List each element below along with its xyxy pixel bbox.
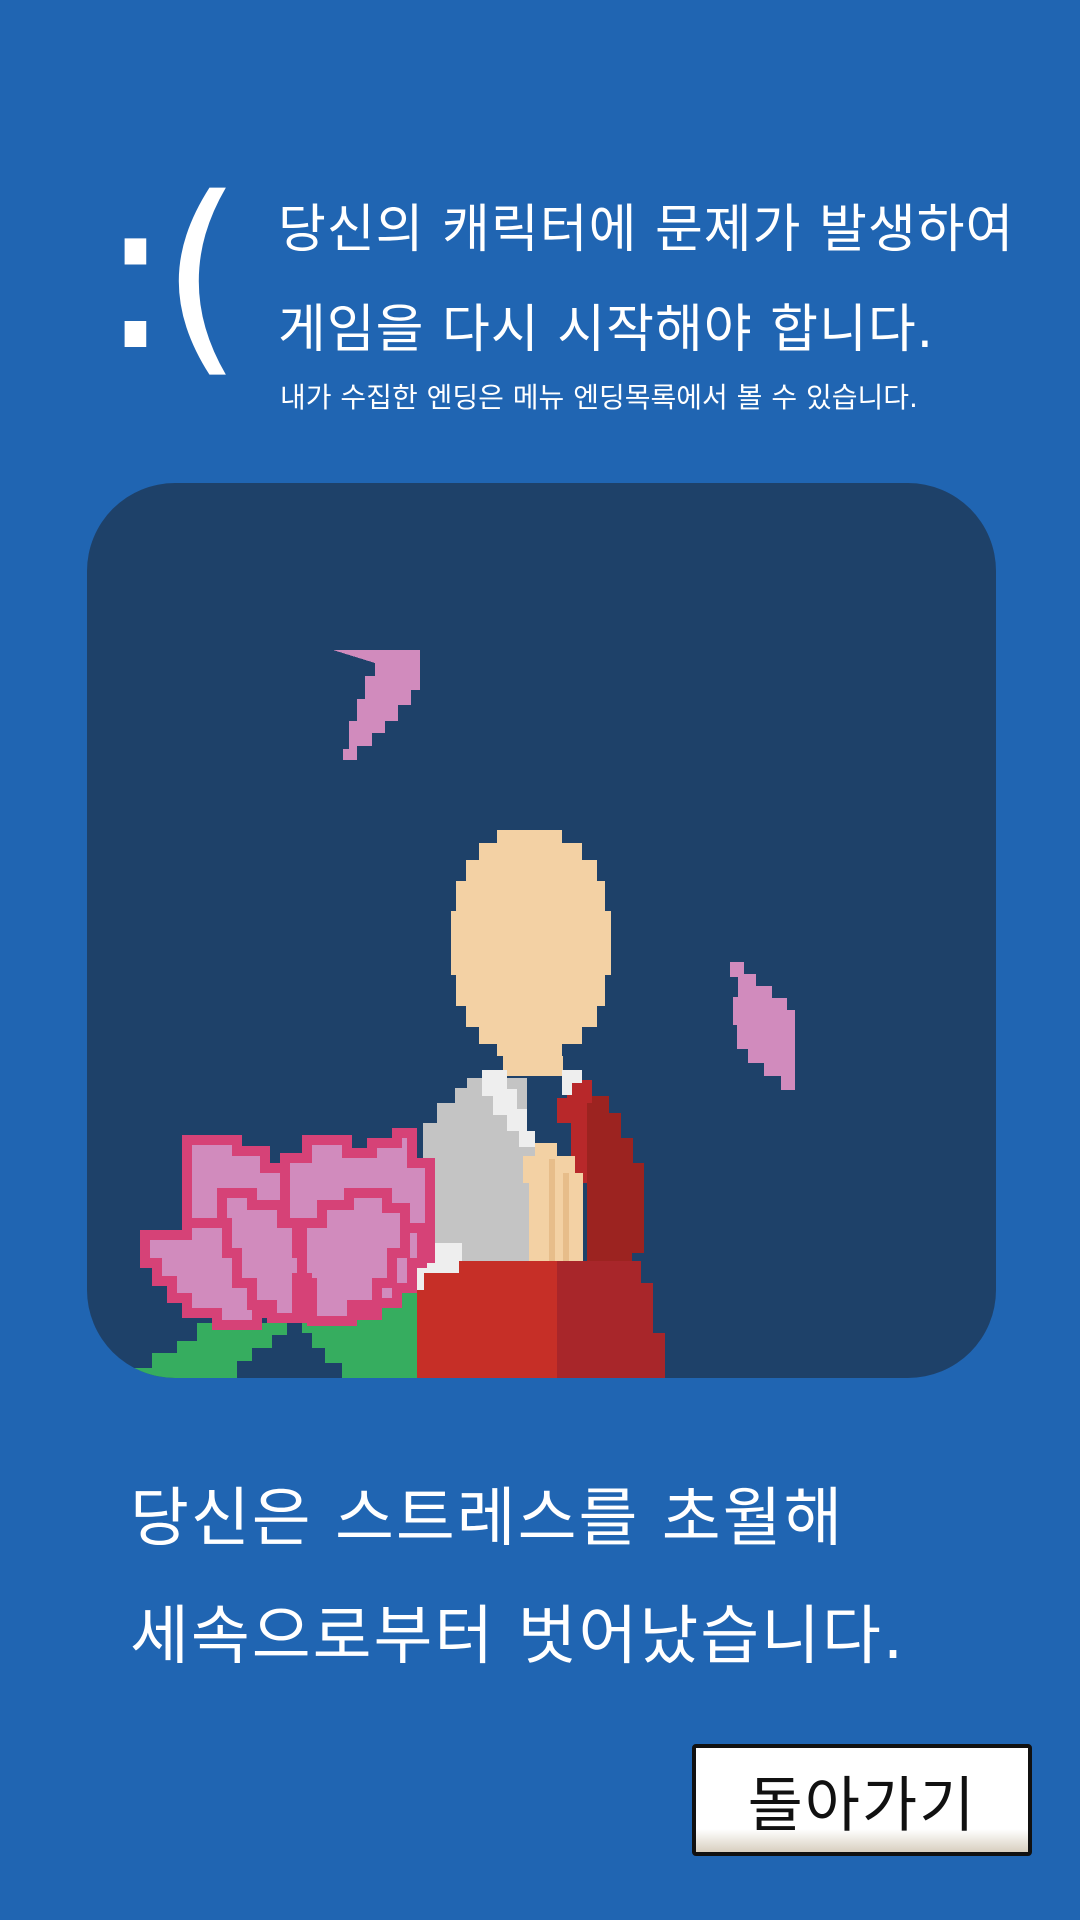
ending-illustration bbox=[87, 483, 996, 1378]
sad-face-icon: :( bbox=[100, 152, 243, 397]
ending-text-line2: 세속으로부터 벗어났습니다. bbox=[130, 1600, 906, 1674]
petal-icon bbox=[730, 962, 795, 1090]
petal-icon bbox=[333, 650, 420, 760]
back-button-label: 돌아가기 bbox=[747, 1770, 977, 1841]
back-button[interactable]: 돌아가기 bbox=[692, 1744, 1032, 1856]
error-message: 당신의 캐릭터에 문제가 발생하여 게임을 다시 시작해야 합니다. bbox=[278, 180, 1038, 380]
monk-figure bbox=[387, 830, 665, 1378]
lotus-flower-icon bbox=[140, 1128, 435, 1330]
error-message-line2: 게임을 다시 시작해야 합니다. bbox=[278, 300, 935, 360]
ending-text: 당신은 스트레스를 초월해 세속으로부터 벗어났습니다. bbox=[130, 1460, 1030, 1696]
ending-text-line1: 당신은 스트레스를 초월해 bbox=[130, 1482, 845, 1556]
error-message-line1: 당신의 캐릭터에 문제가 발생하여 bbox=[278, 200, 1015, 260]
endings-hint: 내가 수집한 엔딩은 메뉴 엔딩목록에서 볼 수 있습니다. bbox=[280, 381, 918, 414]
